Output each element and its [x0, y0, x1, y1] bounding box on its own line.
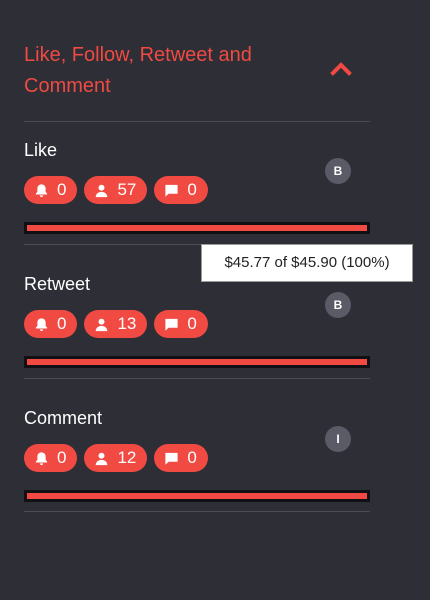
- likes-count: 0: [57, 448, 67, 467]
- likes-pill: 0: [24, 176, 78, 204]
- followers-pill: 12: [84, 444, 148, 472]
- progress-bar: [24, 356, 370, 368]
- task-title: Retweet: [24, 274, 91, 294]
- comments-pill: 0: [154, 310, 208, 338]
- comments-count: 0: [187, 314, 197, 333]
- task-comment: Comment I 0 12 0: [0, 392, 430, 526]
- likes-pill: 0: [24, 444, 78, 472]
- stat-pills: 0 13 0: [24, 310, 208, 338]
- comment-icon: [165, 184, 178, 197]
- panel-header[interactable]: Like, Follow, Retweet and Comment: [24, 40, 370, 120]
- bell-icon: [35, 183, 48, 197]
- comment-icon: [165, 452, 178, 465]
- likes-count: 0: [57, 314, 67, 333]
- stat-pills: 0 57 0: [24, 176, 208, 204]
- likes-pill: 0: [24, 310, 78, 338]
- task-badge: B: [325, 292, 351, 318]
- comments-pill: 0: [154, 444, 208, 472]
- comments-count: 0: [187, 448, 197, 467]
- progress-fill: [27, 493, 367, 499]
- panel-title: Like, Follow, Retweet and Comment: [24, 44, 252, 97]
- task-title: Comment: [24, 408, 103, 428]
- divider: [24, 511, 370, 512]
- likes-count: 0: [57, 180, 67, 199]
- progress-bar: [24, 222, 370, 234]
- comments-pill: 0: [154, 176, 208, 204]
- followers-count: 57: [117, 180, 137, 199]
- stat-pills: 0 12 0: [24, 444, 208, 472]
- bell-icon: [35, 317, 48, 331]
- followers-pill: 13: [84, 310, 148, 338]
- engagement-panel: Like, Follow, Retweet and Comment Like B…: [0, 0, 430, 600]
- progress-fill: [27, 359, 367, 365]
- followers-count: 13: [117, 314, 137, 333]
- divider: [24, 378, 370, 379]
- progress-bar: [24, 490, 370, 502]
- progress-fill: [27, 225, 367, 231]
- followers-count: 12: [117, 448, 137, 467]
- user-icon: [96, 318, 108, 331]
- task-badge: I: [325, 426, 351, 452]
- comments-count: 0: [187, 180, 197, 199]
- progress-tooltip: $45.77 of $45.90 (100%): [201, 244, 413, 282]
- chevron-up-icon[interactable]: [330, 60, 352, 76]
- bell-icon: [35, 451, 48, 465]
- task-badge: B: [325, 158, 351, 184]
- followers-pill: 57: [84, 176, 148, 204]
- divider: [24, 121, 370, 122]
- task-title: Like: [24, 140, 58, 160]
- user-icon: [96, 452, 108, 465]
- task-like: Like B 0 57 0: [0, 124, 430, 258]
- comment-icon: [165, 318, 178, 331]
- user-icon: [96, 184, 108, 197]
